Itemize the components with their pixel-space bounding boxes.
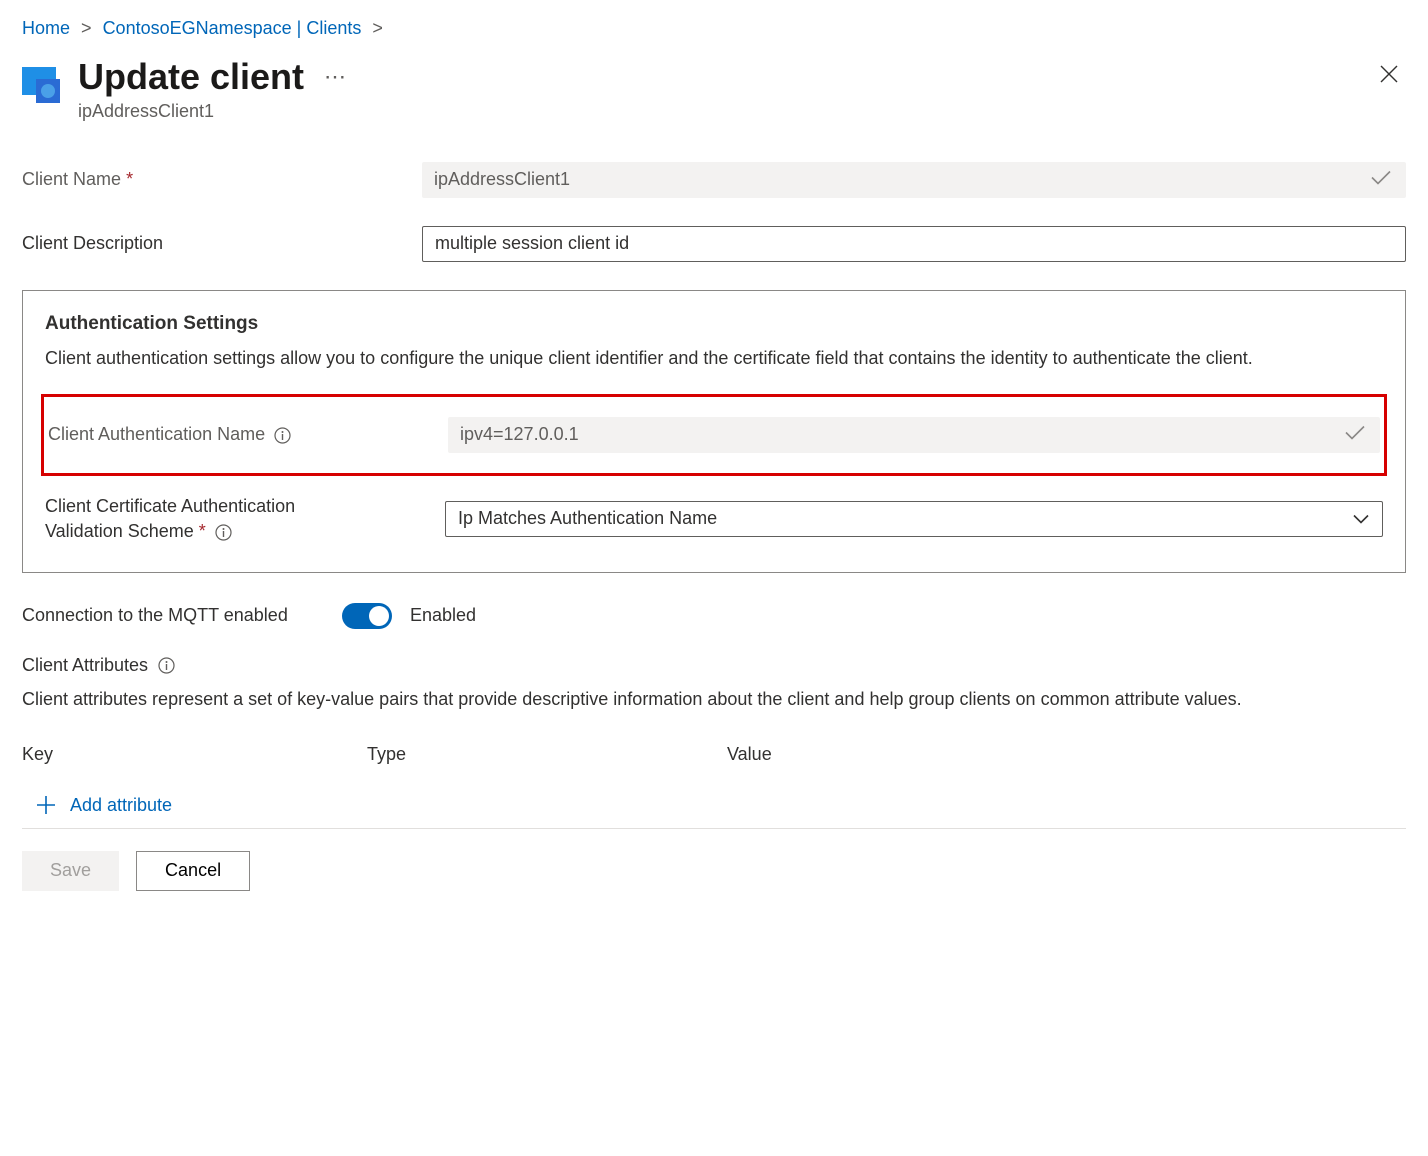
client-description-row: Client Description (22, 226, 1406, 262)
attributes-columns: Key Type Value (22, 744, 1406, 765)
mqtt-toggle-row: Connection to the MQTT enabled Enabled (22, 603, 1406, 629)
breadcrumb-separator: > (75, 18, 98, 38)
breadcrumb-separator: > (366, 18, 389, 38)
client-description-input[interactable] (422, 226, 1406, 262)
plus-icon (36, 795, 56, 815)
auth-settings-title: Authentication Settings (45, 313, 1383, 335)
col-type: Type (367, 744, 727, 765)
info-icon[interactable] (158, 657, 175, 674)
client-name-label: Client Name * (22, 169, 422, 190)
validation-scheme-select[interactable]: Ip Matches Authentication Name (445, 501, 1383, 537)
info-icon[interactable] (215, 524, 232, 541)
client-icon (22, 63, 64, 105)
client-attributes-desc: Client attributes represent a set of key… (22, 686, 1406, 714)
more-actions-button[interactable]: ⋯ (324, 64, 348, 90)
breadcrumb: Home > ContosoEGNamespace | Clients > (22, 18, 1406, 39)
mqtt-toggle[interactable] (342, 603, 392, 629)
client-name-input (422, 162, 1406, 198)
auth-settings-box: Authentication Settings Client authentic… (22, 290, 1406, 573)
client-attributes-heading: Client Attributes (22, 655, 1406, 676)
cancel-button[interactable]: Cancel (136, 851, 250, 891)
col-value: Value (727, 744, 1406, 765)
validation-scheme-value: Ip Matches Authentication Name (458, 508, 717, 529)
add-attribute-label: Add attribute (70, 795, 172, 816)
page-title: Update client (78, 57, 304, 97)
validated-icon (1344, 424, 1366, 445)
client-description-label: Client Description (22, 233, 422, 254)
chevron-down-icon (1353, 508, 1369, 529)
auth-name-highlight: Client Authentication Name (41, 394, 1387, 476)
close-button[interactable] (1372, 57, 1406, 96)
validation-scheme-row: Client Certificate Authentication Valida… (45, 494, 1383, 544)
save-button: Save (22, 851, 119, 891)
validation-scheme-label: Client Certificate Authentication Valida… (45, 494, 445, 544)
auth-settings-desc: Client authentication settings allow you… (45, 345, 1383, 372)
add-attribute-button[interactable]: Add attribute (22, 795, 1406, 816)
info-icon[interactable] (274, 427, 291, 444)
page-subtitle: ipAddressClient1 (78, 101, 1372, 122)
mqtt-toggle-state: Enabled (410, 605, 476, 626)
breadcrumb-namespace[interactable]: ContosoEGNamespace | Clients (103, 18, 362, 38)
auth-name-input (448, 417, 1380, 453)
validated-icon (1370, 169, 1392, 190)
auth-name-label: Client Authentication Name (48, 424, 448, 445)
footer-bar: Save Cancel (22, 828, 1406, 891)
mqtt-toggle-label: Connection to the MQTT enabled (22, 605, 342, 626)
close-icon (1378, 63, 1400, 85)
breadcrumb-home[interactable]: Home (22, 18, 70, 38)
client-name-row: Client Name * (22, 162, 1406, 198)
page-header: Update client ⋯ ipAddressClient1 (22, 57, 1406, 122)
col-key: Key (22, 744, 367, 765)
